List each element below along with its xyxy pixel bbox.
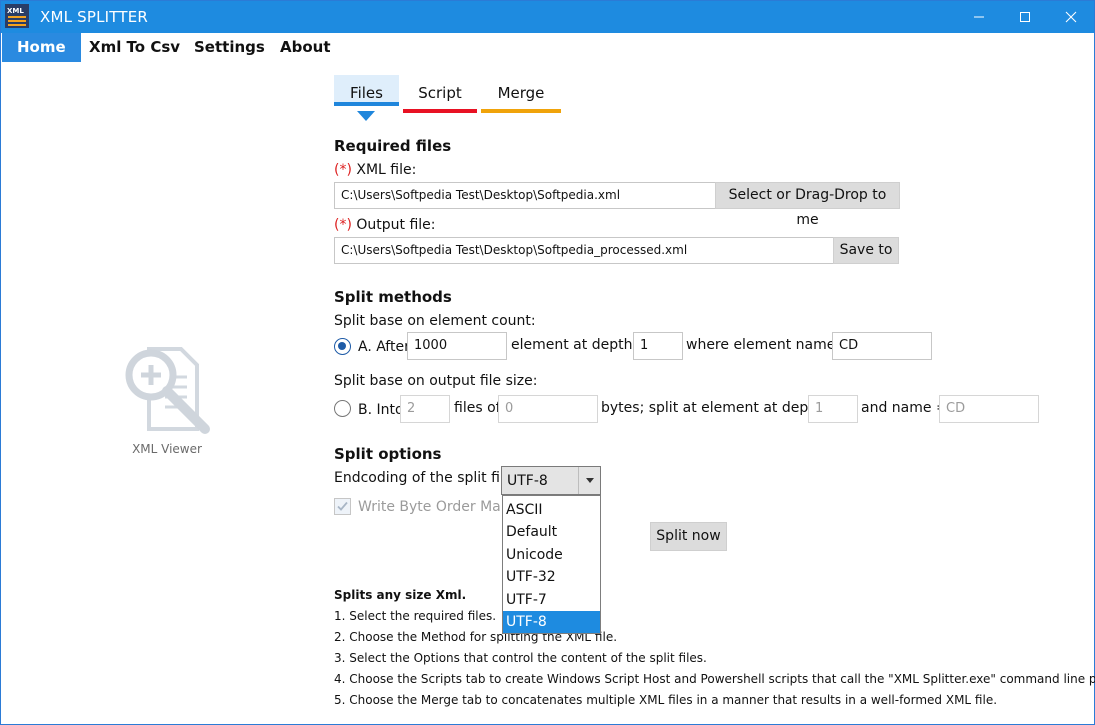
instruction-step: 4. Choose the Scripts tab to create Wind…	[334, 672, 1095, 686]
split-methods-title: Split methods	[334, 288, 452, 306]
xml-file-label-row: (*) XML file:	[334, 162, 416, 178]
app-logo-icon: XML	[5, 4, 29, 28]
tab-files-label: Files	[350, 84, 383, 102]
split-depth-input[interactable]: 1	[808, 395, 858, 423]
output-file-label-row: (*) Output file:	[334, 217, 436, 233]
menu-home[interactable]: Home	[2, 33, 81, 62]
tab-script-label: Script	[418, 84, 462, 102]
instructions-title: Splits any size Xml.	[334, 588, 467, 602]
xml-file-label: XML file:	[356, 162, 417, 178]
bom-checkbox[interactable]	[334, 498, 351, 515]
element-depth-input[interactable]: 1	[633, 332, 683, 360]
split-depth-label: bytes; split at element at depth =	[601, 400, 839, 416]
encoding-option-utf7[interactable]: UTF-7	[503, 589, 600, 611]
menu-about[interactable]: About	[265, 33, 346, 62]
encoding-select[interactable]: UTF-8	[501, 466, 601, 495]
bom-label: Write Byte Order Mark	[358, 499, 515, 515]
split-options-title: Split options	[334, 445, 442, 463]
checkmark-icon	[337, 501, 348, 511]
maximize-button[interactable]	[1002, 1, 1048, 33]
svg-text:XML: XML	[7, 7, 24, 15]
output-file-input[interactable]: C:\Users\Softpedia Test\Desktop\Softpedi…	[334, 237, 834, 264]
save-to-button[interactable]: Save to	[833, 237, 899, 264]
tab-merge-label: Merge	[497, 84, 545, 102]
split-name-label: and name =	[861, 400, 948, 416]
minimize-icon	[974, 16, 984, 18]
encoding-option-utf32[interactable]: UTF-32	[503, 566, 600, 588]
close-button[interactable]	[1048, 1, 1094, 33]
xml-viewer-label: XML Viewer	[132, 442, 202, 456]
window-title: XML SPLITTER	[40, 8, 149, 26]
element-depth-label: element at depth =	[511, 337, 649, 353]
tab-merge[interactable]: Merge	[481, 83, 561, 113]
method-a-radio[interactable]	[334, 338, 351, 355]
count-method-label: Split base on element count:	[334, 313, 536, 329]
method-b-label: B. Into	[358, 402, 404, 418]
file-count-input[interactable]: 2	[400, 395, 450, 423]
size-method-label: Split base on output file size:	[334, 373, 538, 389]
close-icon	[1065, 11, 1077, 23]
file-size-input[interactable]: 0	[498, 395, 598, 423]
xml-viewer-icon	[125, 347, 210, 434]
output-file-label: Output file:	[356, 217, 436, 233]
chevron-down-icon	[578, 467, 600, 494]
method-a-label: A. After	[358, 339, 410, 355]
element-count-input[interactable]: 1000	[407, 332, 507, 360]
required-marker: (*)	[334, 162, 352, 178]
element-name-input[interactable]: CD	[832, 332, 932, 360]
required-marker: (*)	[334, 217, 352, 233]
method-b-radio[interactable]	[334, 400, 351, 417]
required-files-title: Required files	[334, 137, 452, 155]
instruction-step: 3. Select the Options that control the c…	[334, 651, 707, 665]
encoding-option-utf8[interactable]: UTF-8	[503, 611, 600, 633]
encoding-selected-value: UTF-8	[507, 473, 548, 489]
split-now-button[interactable]: Split now	[650, 522, 727, 551]
encoding-label: Endcoding of the split files	[334, 470, 520, 486]
tab-script[interactable]: Script	[403, 83, 477, 113]
app-window: XML XML SPLITTER Home Xml To Csv Setting…	[0, 0, 1095, 725]
instruction-step: 1. Select the required files.	[334, 609, 497, 623]
tab-merge-underline	[481, 109, 561, 113]
minimize-button[interactable]	[956, 1, 1002, 33]
menu-bar: Home Xml To Csv Settings About	[1, 33, 1094, 63]
active-tab-pointer	[357, 111, 375, 121]
files-of-label: files of	[454, 400, 501, 416]
tab-files-underline	[334, 102, 399, 106]
select-xml-button[interactable]: Select or Drag-Drop to me	[715, 182, 900, 228]
encoding-option-ascii[interactable]: ASCII	[503, 499, 600, 521]
encoding-option-default[interactable]: Default	[503, 521, 600, 543]
xml-file-input[interactable]: C:\Users\Softpedia Test\Desktop\Softpedi…	[334, 182, 716, 209]
instruction-step: 5. Choose the Merge tab to concatenates …	[334, 693, 998, 707]
menu-xml-to-csv[interactable]: Xml To Csv	[74, 33, 195, 62]
encoding-dropdown-list: ASCII Default Unicode UTF-32 UTF-7 UTF-8	[502, 495, 601, 634]
element-name-label: where element name =	[686, 337, 852, 353]
encoding-option-unicode[interactable]: Unicode	[503, 544, 600, 566]
maximize-icon	[1020, 12, 1030, 22]
tab-files[interactable]: Files	[334, 75, 399, 106]
title-bar[interactable]: XML XML SPLITTER	[1, 1, 1094, 33]
tab-script-underline	[403, 109, 477, 113]
split-name-input[interactable]: CD	[939, 395, 1039, 423]
